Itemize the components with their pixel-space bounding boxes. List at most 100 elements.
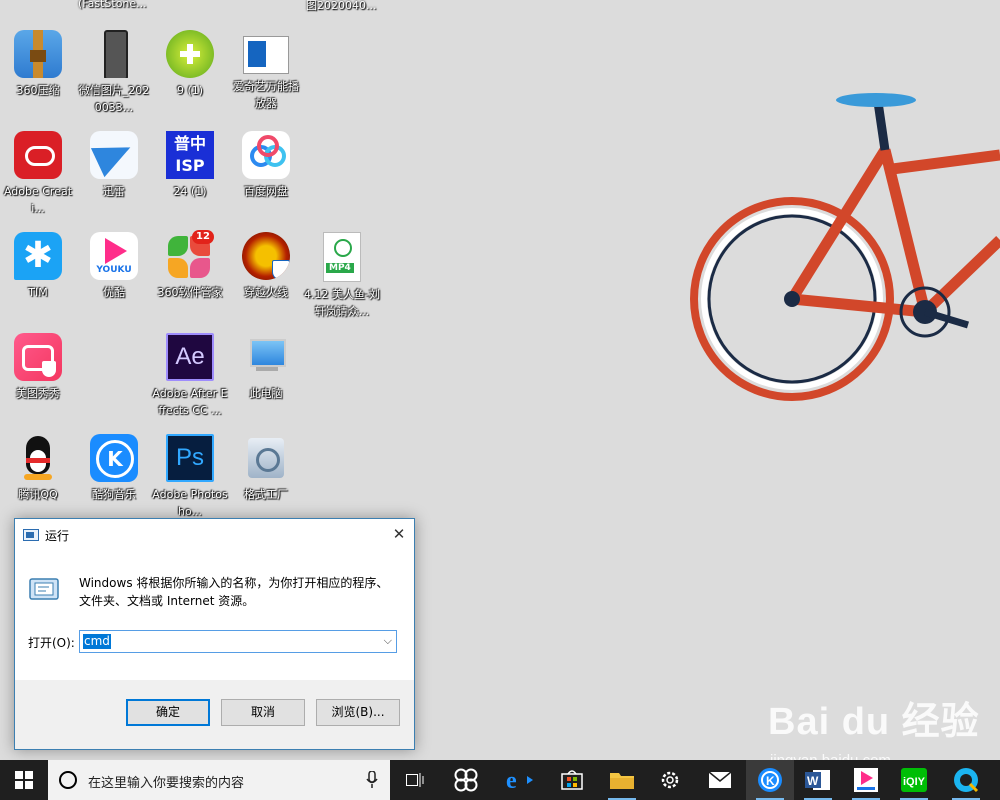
tim-star-icon: ✱ xyxy=(14,232,62,280)
youku-icon xyxy=(854,768,878,792)
watermark-logo: Bai du 经验 xyxy=(768,701,980,743)
desktop-icon-this-pc[interactable]: 此电脑 xyxy=(228,333,304,402)
run-dialog: 运行 ✕ Windows 将根据你所输入的名称，为你打开相应的程序、文件夹、文档… xyxy=(14,518,415,750)
taskbar: 在这里输入你要搜索的内容 e K W iQIY xyxy=(0,760,1000,800)
taskbar-app-edge[interactable]: e xyxy=(496,760,544,800)
svg-text:K: K xyxy=(766,774,775,788)
desktop-icon-meitu[interactable]: 美图秀秀 xyxy=(0,333,76,402)
desktop-icon-iqiyi-player[interactable]: 爱奇艺万能播放器 xyxy=(228,30,304,112)
icon-label: 百度网盘 xyxy=(244,185,288,198)
run-app-icon xyxy=(23,529,39,541)
watermark-url: jingyan.baidu.com xyxy=(770,752,891,760)
store-bag-icon xyxy=(561,770,583,790)
youku-play-icon: YOUKU xyxy=(90,232,138,280)
taskbar-app-pinwheel[interactable] xyxy=(442,760,490,800)
notification-badge: 12 xyxy=(192,230,214,244)
icon-label: 360压缩 xyxy=(16,84,60,97)
icon-label: 迅雷 xyxy=(103,185,125,198)
taskbar-app-mail[interactable] xyxy=(696,760,744,800)
taskbar-app-iqiyi[interactable]: iQIY xyxy=(890,760,938,800)
window-file-icon xyxy=(243,36,289,74)
kugou-icon: K xyxy=(758,768,782,792)
svg-text:iQIY: iQIY xyxy=(903,776,926,788)
kugou-icon: K xyxy=(90,434,138,482)
start-button[interactable] xyxy=(0,760,48,800)
taskbar-app-file-explorer[interactable] xyxy=(598,760,646,800)
desktop-icon-baidu-netdisk[interactable]: 百度网盘 xyxy=(228,131,304,200)
icon-label: 24 (1) xyxy=(173,185,207,198)
icon-label: 微信图片_2020033... xyxy=(78,84,150,114)
mail-icon xyxy=(708,771,732,788)
folder-icon xyxy=(610,773,634,789)
task-view-button[interactable] xyxy=(392,760,440,800)
desktop-icon-format-factory[interactable]: 格式工厂 xyxy=(228,434,304,503)
desktop-icon-after-effects[interactable]: Ae Adobe After Effects CC ... xyxy=(152,333,228,419)
isp-glyph: 普中ISP xyxy=(173,134,206,175)
desktop-icon-24-1[interactable]: 普中ISP 24 (1) xyxy=(152,131,228,200)
open-field-label: 打开(O): xyxy=(28,636,75,650)
qq-browser-icon xyxy=(954,768,979,793)
run-dialog-footer: 确定 取消 浏览(B)... xyxy=(15,680,414,749)
ps-glyph: Ps xyxy=(175,444,204,471)
icon-label: 腾讯QQ xyxy=(18,488,58,501)
partial-icon-label: 图2020040... xyxy=(306,0,377,12)
desktop-icon-tim[interactable]: ✱ TIM xyxy=(0,232,76,301)
search-placeholder: 在这里输入你要搜索的内容 xyxy=(88,776,245,791)
taskbar-app-word[interactable]: W xyxy=(794,760,842,800)
icon-label: 优酷 xyxy=(103,286,125,299)
desktop-icon-crossfire[interactable]: 穿越火线 xyxy=(228,232,304,301)
taskbar-app-qq-browser[interactable] xyxy=(942,760,990,800)
crossfire-game-icon xyxy=(242,232,290,280)
desktop-icon-kugou[interactable]: K 酷狗音乐 xyxy=(76,434,152,503)
ae-glyph: Ae xyxy=(175,343,205,370)
desktop-icon-adobe-creative-cloud[interactable]: Adobe Creati... xyxy=(0,131,76,217)
open-input[interactable]: cmd ⌵ xyxy=(79,630,397,653)
desktop-icon-qq[interactable]: 腾讯QQ xyxy=(0,434,76,503)
phone-image-icon xyxy=(90,30,138,78)
desktop-icon-youku[interactable]: YOUKU 优酷 xyxy=(76,232,152,301)
run-dialog-titlebar[interactable]: 运行 ✕ xyxy=(15,519,414,550)
svg-text:W: W xyxy=(807,774,819,788)
photoshop-icon: Ps xyxy=(166,434,214,482)
ok-button[interactable]: 确定 xyxy=(126,699,210,726)
desktop-icon-wechat-image[interactable]: 微信图片_2020033... xyxy=(76,30,152,116)
chevron-down-icon[interactable]: ⌵ xyxy=(384,634,392,648)
archive-icon xyxy=(14,30,62,78)
desktop-icon-9-1[interactable]: 9 (1) xyxy=(152,30,228,99)
taskbar-app-youku[interactable] xyxy=(842,760,890,800)
icon-label: Adobe Photosho... xyxy=(152,488,228,518)
desktop-icon-xunlei[interactable]: 迅雷 xyxy=(76,131,152,200)
icon-label: 爱奇艺万能播放器 xyxy=(233,80,299,110)
after-effects-icon: Ae xyxy=(166,333,214,381)
taskbar-app-settings[interactable] xyxy=(646,760,694,800)
pinwheel-icon xyxy=(454,768,478,792)
video-file-icon: MP4 xyxy=(323,232,361,282)
icon-label: 9 (1) xyxy=(176,84,204,97)
youku-glyph: YOUKU xyxy=(96,265,132,275)
desktop-icon-photoshop[interactable]: Ps Adobe Photosho... xyxy=(152,434,228,520)
taskbar-app-kugou[interactable]: K xyxy=(746,760,794,800)
taskbar-search-box[interactable]: 在这里输入你要搜索的内容 xyxy=(48,760,390,800)
svg-text:e: e xyxy=(506,768,517,792)
search-icon xyxy=(59,771,77,789)
desktop-icon-360-software-manager[interactable]: 12 360软件管家 xyxy=(152,230,228,301)
meitu-icon xyxy=(14,333,62,381)
microphone-icon[interactable] xyxy=(366,771,378,789)
isp-image-icon: 普中ISP xyxy=(166,131,214,179)
windows-logo-icon xyxy=(15,771,33,789)
desktop-icon-mp4-video[interactable]: MP4 4.12 美人鱼-刘轩岚请众... xyxy=(304,232,380,320)
open-input-value[interactable]: cmd xyxy=(83,634,111,649)
creative-cloud-icon xyxy=(14,131,62,179)
icon-label: 格式工厂 xyxy=(244,488,288,501)
run-program-icon xyxy=(29,578,59,600)
edge-browser-icon: e xyxy=(506,768,533,792)
close-icon[interactable]: ✕ xyxy=(384,519,414,549)
desktop-icon-360zip[interactable]: 360压缩 xyxy=(0,30,76,99)
browse-button[interactable]: 浏览(B)... xyxy=(316,699,400,726)
icon-label: 酷狗音乐 xyxy=(92,488,136,501)
word-icon: W xyxy=(805,770,830,790)
cancel-button[interactable]: 取消 xyxy=(221,699,305,726)
baidu-watermark: Bai du 经验 jingyan.baidu.com xyxy=(768,690,980,760)
taskbar-app-store[interactable] xyxy=(548,760,596,800)
cloud-icon xyxy=(242,131,290,179)
